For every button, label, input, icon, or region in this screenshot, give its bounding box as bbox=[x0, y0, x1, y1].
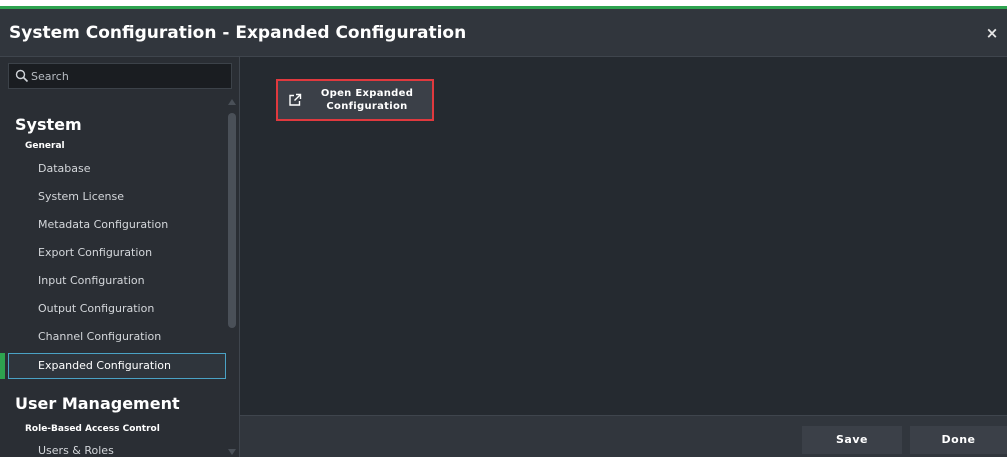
sidebar-item-label: Export Configuration bbox=[38, 246, 153, 259]
save-button[interactable]: Save bbox=[802, 426, 902, 454]
title-bar: System Configuration - Expanded Configur… bbox=[0, 9, 1007, 57]
sidebar-item-channel-configuration[interactable]: Channel Configuration bbox=[8, 324, 226, 350]
sidebar-item-label: Channel Configuration bbox=[38, 330, 162, 343]
selected-item-marker bbox=[0, 353, 5, 379]
done-button[interactable]: Done bbox=[910, 426, 1007, 454]
search-input[interactable] bbox=[31, 65, 227, 87]
group-title-general: General bbox=[25, 141, 65, 151]
sidebar-item-database[interactable]: Database bbox=[8, 156, 226, 182]
sidebar-item-label: Database bbox=[38, 162, 91, 175]
external-link-icon bbox=[289, 93, 302, 106]
sidebar-item-input-configuration[interactable]: Input Configuration bbox=[8, 268, 226, 294]
sidebar-item-expanded-configuration[interactable]: Expanded Configuration bbox=[8, 353, 226, 379]
sidebar-item-system-license[interactable]: System License bbox=[8, 184, 226, 210]
section-title-user-management: User Management bbox=[15, 394, 180, 413]
accent-bar bbox=[0, 0, 1007, 9]
sidebar-item-export-configuration[interactable]: Export Configuration bbox=[8, 240, 226, 266]
dialog-footer: Save Done bbox=[240, 415, 1007, 457]
section-title-system: System bbox=[15, 115, 82, 134]
sidebar-item-label: Expanded Configuration bbox=[38, 359, 171, 372]
scroll-up-arrow-icon[interactable] bbox=[228, 99, 236, 105]
scrollbar-thumb[interactable] bbox=[228, 113, 236, 328]
open-expanded-configuration-label: Open Expanded Configuration bbox=[320, 88, 414, 112]
search-box bbox=[8, 63, 232, 89]
sidebar-scrollbar[interactable] bbox=[227, 93, 237, 457]
sidebar-item-users-roles[interactable]: Users & Roles bbox=[8, 438, 226, 457]
sidebar-item-label: System License bbox=[38, 190, 124, 203]
search-icon bbox=[15, 69, 29, 83]
sidebar-item-metadata-configuration[interactable]: Metadata Configuration bbox=[8, 212, 226, 238]
dialog-title: System Configuration - Expanded Configur… bbox=[9, 23, 467, 43]
sidebar-item-output-configuration[interactable]: Output Configuration bbox=[8, 296, 226, 322]
sidebar-item-label: Input Configuration bbox=[38, 274, 145, 287]
sidebar-item-label: Users & Roles bbox=[38, 444, 114, 457]
main-content: Open Expanded Configuration bbox=[240, 57, 1007, 415]
open-expanded-configuration-button[interactable]: Open Expanded Configuration bbox=[276, 79, 434, 121]
sidebar: System General Database System License M… bbox=[0, 57, 240, 457]
system-configuration-dialog: System Configuration - Expanded Configur… bbox=[0, 0, 1007, 457]
close-button[interactable]: × bbox=[983, 22, 1001, 44]
sidebar-item-label: Output Configuration bbox=[38, 302, 155, 315]
scroll-down-arrow-icon[interactable] bbox=[228, 449, 236, 455]
sidebar-item-label: Metadata Configuration bbox=[38, 218, 169, 231]
sidebar-nav: System General Database System License M… bbox=[0, 93, 226, 457]
group-title-role-based-access-control: Role-Based Access Control bbox=[25, 424, 160, 434]
